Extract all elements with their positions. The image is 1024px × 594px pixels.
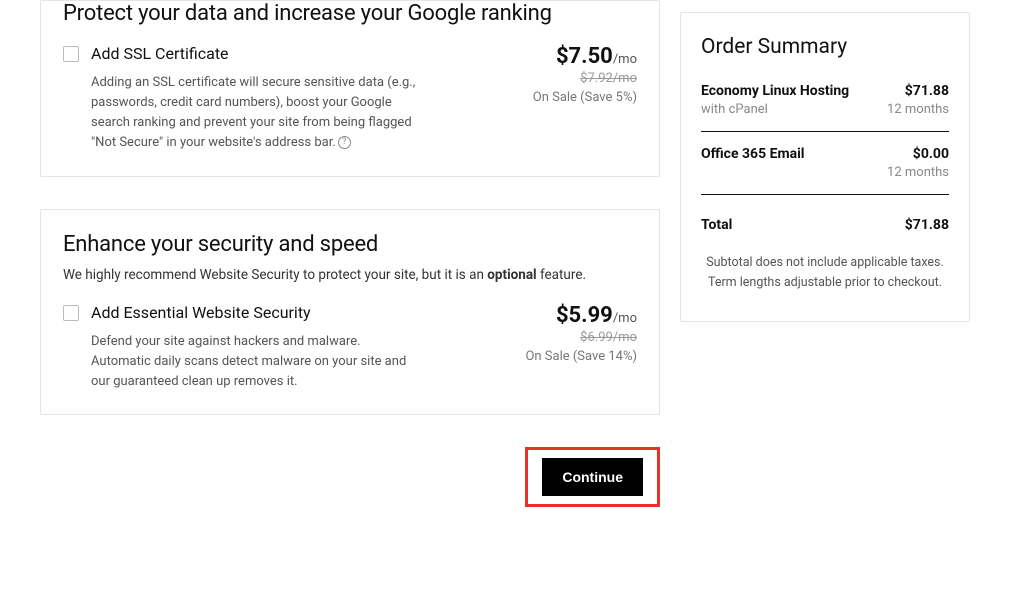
continue-wrap: Continue [40, 447, 660, 507]
summary-item-price: $0.00 [913, 146, 949, 162]
help-icon[interactable]: ? [338, 136, 351, 149]
summary-item-sub: with cPanel [701, 102, 768, 117]
security-price-block: $5.99/mo $6.99/mo On Sale (Save 14%) [507, 303, 637, 364]
order-summary-heading: Order Summary [701, 35, 949, 59]
security-original-price: $6.99/mo [507, 330, 637, 345]
ssl-panel: Protect your data and increase your Goog… [40, 0, 660, 177]
summary-item-name: Economy Linux Hosting [701, 83, 849, 99]
security-price: $5.99 [556, 303, 613, 328]
summary-item: Economy Linux Hosting $71.88 with cPanel… [701, 83, 949, 132]
summary-item-term: 12 months [887, 102, 949, 117]
summary-disclaimer: Subtotal does not include applicable tax… [701, 253, 949, 293]
ssl-price-block: $7.50/mo $7.92/mo On Sale (Save 5%) [507, 44, 637, 105]
continue-highlight: Continue [525, 447, 660, 507]
summary-item: Office 365 Email $0.00 12 months [701, 146, 949, 195]
security-description: Defend your site against hackers and mal… [91, 332, 421, 392]
security-price-unit: /mo [613, 311, 637, 326]
ssl-price-unit: /mo [613, 52, 637, 67]
ssl-sale-text: On Sale (Save 5%) [507, 90, 637, 105]
security-checkbox[interactable] [63, 305, 79, 321]
ssl-checkbox[interactable] [63, 46, 79, 62]
ssl-description: Adding an SSL certificate will secure se… [91, 73, 421, 154]
security-heading: Enhance your security and speed [63, 232, 637, 257]
total-label: Total [701, 217, 732, 233]
ssl-checkbox-label: Add SSL Certificate [91, 44, 495, 63]
security-sale-text: On Sale (Save 14%) [507, 349, 637, 364]
security-panel: Enhance your security and speed We highl… [40, 209, 660, 415]
ssl-price: $7.50 [556, 44, 613, 69]
security-subtext: We highly recommend Website Security to … [63, 267, 637, 283]
summary-item-name: Office 365 Email [701, 146, 804, 162]
summary-item-term: 12 months [887, 165, 949, 180]
order-summary-panel: Order Summary Economy Linux Hosting $71.… [680, 12, 970, 322]
summary-total-row: Total $71.88 [701, 217, 949, 233]
ssl-original-price: $7.92/mo [507, 71, 637, 86]
security-checkbox-label: Add Essential Website Security [91, 303, 495, 322]
continue-button[interactable]: Continue [542, 458, 643, 496]
total-value: $71.88 [905, 217, 949, 233]
ssl-heading: Protect your data and increase your Goog… [63, 1, 637, 26]
summary-item-price: $71.88 [905, 83, 949, 99]
